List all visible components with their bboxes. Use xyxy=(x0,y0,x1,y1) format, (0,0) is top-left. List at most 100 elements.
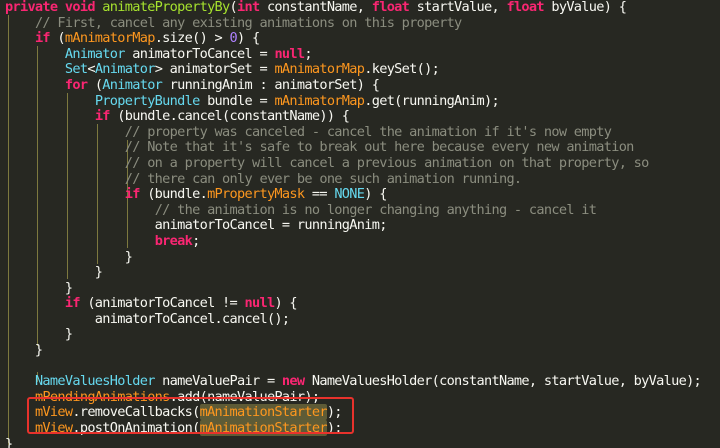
code-line[interactable]: } xyxy=(5,327,701,343)
code-line[interactable]: // property was canceled - cancel the an… xyxy=(5,123,701,141)
code-line[interactable]: mView.postOnAnimation(mAnimationStarter)… xyxy=(5,420,701,437)
code-token: .add(nameValuePair); xyxy=(169,388,320,405)
field-token: mView xyxy=(34,404,73,421)
code-line[interactable]: // there can only ever be one such anima… xyxy=(5,170,701,188)
code-line[interactable]: // on a property will cancel a previous … xyxy=(5,154,701,172)
number-token: 0 xyxy=(229,30,238,47)
code-editor[interactable]: private void animatePropertyBy(int const… xyxy=(0,0,720,448)
comment-token: // there can only ever be one such anima… xyxy=(124,170,522,187)
code-token: bundle = xyxy=(207,92,275,109)
keyword-token: int xyxy=(237,0,267,15)
code-token: } xyxy=(5,279,73,296)
code-area[interactable]: private void animatePropertyBy(int const… xyxy=(5,0,702,448)
code-token: ( xyxy=(57,30,65,47)
code-line[interactable]: PropertyBundle bundle = mAnimatorMap.get… xyxy=(5,92,701,110)
code-line[interactable]: } xyxy=(5,342,701,359)
code-token: ; xyxy=(304,45,312,62)
keyword-token: null xyxy=(274,45,305,62)
field-token: mAnimatorMap xyxy=(64,30,156,47)
code-token: } xyxy=(5,342,43,359)
code-line[interactable]: } xyxy=(5,249,701,266)
code-token: } xyxy=(5,326,73,343)
code-line[interactable]: for (Animator runningAnim : animatorSet)… xyxy=(5,76,701,94)
code-line[interactable]: mView.removeCallbacks(mAnimationStarter)… xyxy=(5,404,701,421)
keyword-token: float xyxy=(506,0,552,15)
code-token: byValue) { xyxy=(551,0,627,15)
code-line[interactable]: private void animatePropertyBy(int const… xyxy=(5,0,701,16)
function-name-token: animatePropertyBy xyxy=(102,0,230,15)
code-token: == xyxy=(304,186,335,203)
code-token: ) { xyxy=(364,186,387,203)
comment-token: // the animation is no longer changing a… xyxy=(154,201,597,218)
code-token: ; xyxy=(192,232,200,249)
keyword-token: null xyxy=(244,295,276,312)
code-token: ); xyxy=(326,420,343,437)
type-token: NONE xyxy=(334,186,365,203)
code-line[interactable]: if (mAnimatorMap.size() > 0) { xyxy=(5,30,701,47)
code-line[interactable]: } xyxy=(5,279,701,297)
code-line[interactable]: // First, cancel any existing animations… xyxy=(5,14,701,32)
code-line[interactable]: // Note that it's safe to break out here… xyxy=(5,140,701,156)
code-line[interactable]: Set<Animator> animatorSet = mAnimatorMap… xyxy=(5,62,701,78)
code-token: runningAnim : animatorSet) { xyxy=(169,76,380,93)
highlighted-field-token: mAnimationStarter xyxy=(199,420,328,437)
field-token: mAnimatorMap xyxy=(274,61,365,78)
comment-token: // on a property will cancel a previous … xyxy=(124,154,650,171)
code-token: } xyxy=(5,435,13,448)
code-line[interactable]: animatorToCancel = runningAnim; xyxy=(5,218,701,234)
code-line[interactable]: break; xyxy=(5,232,701,250)
code-token: nameValuePair = xyxy=(162,373,282,390)
comment-token: // property was canceled - cancel the an… xyxy=(124,123,612,140)
code-line[interactable]: mPendingAnimations.add(nameValuePair); xyxy=(5,388,701,406)
field-token: mPendingAnimations xyxy=(34,388,170,405)
keyword-token: new xyxy=(281,373,312,390)
code-line[interactable] xyxy=(5,359,701,375)
type-token: Animator xyxy=(94,61,156,78)
keyword-token: private xyxy=(5,0,65,15)
code-token: .get(runningAnim); xyxy=(364,92,499,109)
code-token: startValue, xyxy=(416,0,507,15)
keyword-token: if xyxy=(124,186,148,203)
code-token: < xyxy=(87,61,95,78)
code-token: ( xyxy=(229,0,238,15)
code-line[interactable]: if (animatorToCancel != null) { xyxy=(5,295,701,312)
highlighted-field-token: mAnimationStarter xyxy=(199,404,328,421)
code-line[interactable]: } xyxy=(5,435,701,448)
code-token: .size() > xyxy=(154,30,230,47)
code-token: > animatorSet = xyxy=(154,61,275,78)
code-token: } xyxy=(5,264,103,281)
code-token: ) { xyxy=(274,295,297,312)
code-line[interactable]: NameValuesHolder nameValuePair = new Nam… xyxy=(5,373,702,390)
code-line[interactable]: if (bundle.mPropertyMask == NONE) { xyxy=(5,186,701,203)
field-token: mPropertyMask xyxy=(207,186,305,203)
code-line[interactable]: Animator animatorToCancel = null; xyxy=(5,45,701,63)
code-line[interactable]: } xyxy=(5,264,701,281)
field-token: mAnimatorMap xyxy=(274,92,365,109)
code-token: animatorToCancel.cancel(); xyxy=(5,310,290,327)
code-token: constantName, xyxy=(266,0,372,15)
comment-token: // First, cancel any existing animations… xyxy=(34,14,462,31)
code-line[interactable]: // the animation is no longer changing a… xyxy=(5,201,701,219)
code-line[interactable]: if (bundle.cancel(constantName)) { xyxy=(5,108,701,125)
code-token: animatorToCancel = xyxy=(132,45,275,62)
keyword-token: void xyxy=(64,0,103,15)
keyword-token: if xyxy=(64,295,88,312)
code-token: .postOnAnimation( xyxy=(72,420,200,437)
field-token: mView xyxy=(34,420,73,437)
code-line[interactable]: animatorToCancel.cancel(); xyxy=(5,310,701,328)
type-token: NameValuesHolder xyxy=(34,373,163,390)
code-token: .keySet(); xyxy=(364,61,440,78)
